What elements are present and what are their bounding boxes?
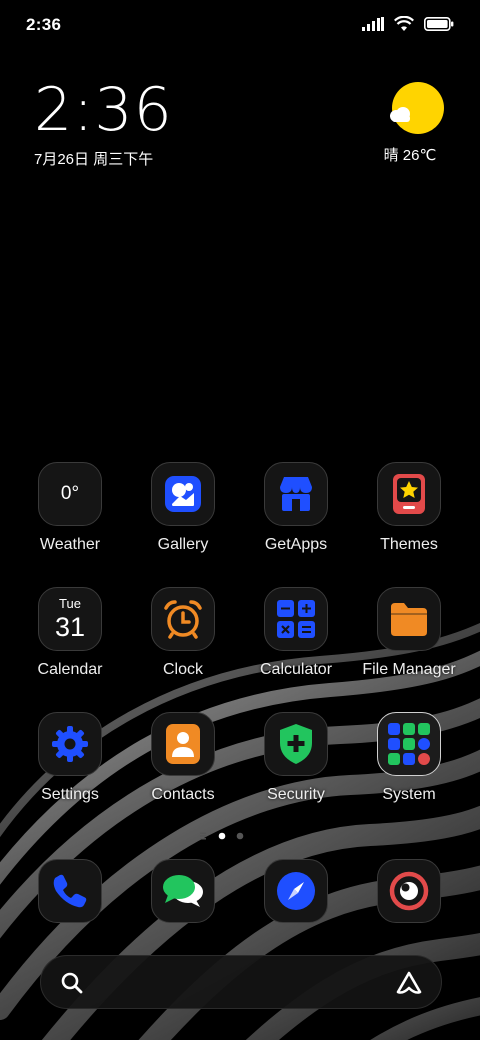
app-label-getapps: GetApps bbox=[264, 536, 328, 553]
folder-preview-icon bbox=[377, 712, 441, 776]
weather-temp: 0° bbox=[60, 483, 80, 504]
status-time: 2:36 bbox=[26, 15, 62, 34]
page-indicator bbox=[200, 832, 244, 840]
compass-icon bbox=[264, 859, 328, 923]
phone-icon bbox=[38, 859, 102, 923]
page-dot[interactable] bbox=[236, 832, 244, 840]
page-dot-active[interactable] bbox=[218, 832, 226, 840]
folder-system[interactable]: System bbox=[353, 712, 465, 804]
battery-icon bbox=[424, 17, 454, 31]
app-gallery[interactable]: Gallery bbox=[127, 462, 239, 554]
app-getapps[interactable]: GetApps bbox=[240, 462, 352, 554]
weather-widget[interactable]: 晴 26℃ bbox=[384, 82, 444, 165]
dock-phone[interactable] bbox=[14, 859, 126, 923]
dock-camera[interactable] bbox=[353, 859, 465, 923]
clock-widget[interactable]: 2:36 7月26日 周三下午 bbox=[34, 76, 173, 169]
app-label-gallery: Gallery bbox=[157, 536, 209, 553]
cloud-icon bbox=[390, 107, 410, 122]
app-label-contacts: Contacts bbox=[151, 786, 215, 803]
app-label-themes: Themes bbox=[380, 536, 438, 553]
dock-browser[interactable] bbox=[240, 859, 352, 923]
app-settings[interactable]: Settings bbox=[14, 712, 126, 804]
weather-app-icon: 0° bbox=[38, 462, 102, 526]
widget-date: 7月26日 周三下午 bbox=[34, 151, 154, 168]
app-label-security: Security bbox=[267, 786, 325, 803]
app-security[interactable]: Security bbox=[240, 712, 352, 804]
app-calendar[interactable]: Tue 31 Calendar bbox=[14, 587, 126, 679]
wifi-icon bbox=[394, 16, 414, 31]
assistant-icon[interactable] bbox=[395, 970, 423, 996]
app-clock[interactable]: Clock bbox=[127, 587, 239, 679]
app-weather[interactable]: 0° Weather bbox=[14, 462, 126, 554]
status-icons bbox=[362, 16, 454, 32]
app-label-weather: Weather bbox=[39, 536, 101, 553]
app-file-manager[interactable]: File Manager bbox=[353, 587, 465, 679]
home-list-icon[interactable] bbox=[200, 832, 206, 840]
sunny-icon bbox=[390, 82, 444, 134]
app-themes[interactable]: Themes bbox=[353, 462, 465, 554]
app-label-file-manager: File Manager bbox=[362, 661, 456, 678]
alarm-clock-icon bbox=[151, 587, 215, 651]
app-calculator[interactable]: Calculator bbox=[240, 587, 352, 679]
messages-icon bbox=[151, 859, 215, 923]
app-label-calendar: Calendar bbox=[37, 661, 103, 678]
shield-icon bbox=[264, 712, 328, 776]
store-icon bbox=[264, 462, 328, 526]
app-label-settings: Settings bbox=[41, 786, 99, 803]
signal-icon bbox=[362, 17, 384, 31]
app-label-system: System bbox=[382, 786, 436, 803]
dock-messages[interactable] bbox=[127, 859, 239, 923]
calendar-day: Tue bbox=[59, 596, 81, 611]
contacts-icon bbox=[151, 712, 215, 776]
app-label-calculator: Calculator bbox=[259, 661, 333, 678]
widget-time: 2:36 bbox=[34, 75, 173, 145]
folder-icon bbox=[377, 587, 441, 651]
calculator-icon bbox=[264, 587, 328, 651]
calendar-date: 31 bbox=[54, 612, 86, 642]
search-icon bbox=[61, 972, 83, 994]
app-label-clock: Clock bbox=[162, 661, 203, 678]
weather-condition: 晴 26℃ bbox=[383, 147, 437, 164]
themes-icon bbox=[377, 462, 441, 526]
gear-icon bbox=[38, 712, 102, 776]
status-bar: 2:36 bbox=[0, 0, 480, 50]
gallery-icon bbox=[151, 462, 215, 526]
calendar-icon: Tue 31 bbox=[38, 587, 102, 651]
camera-icon bbox=[377, 859, 441, 923]
search-bar[interactable] bbox=[40, 955, 442, 1009]
app-contacts[interactable]: Contacts bbox=[127, 712, 239, 804]
